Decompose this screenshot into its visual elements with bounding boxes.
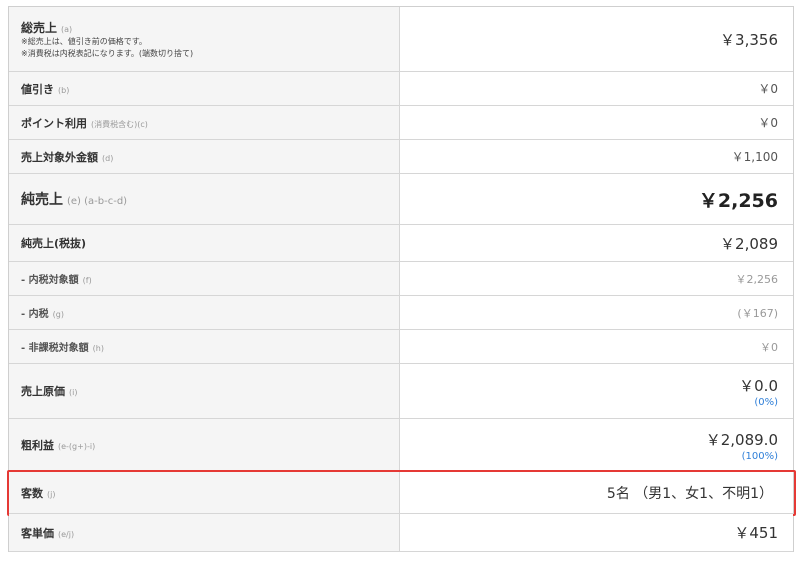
code-f: (f) bbox=[82, 276, 92, 285]
label-customer-count: 客数 bbox=[21, 486, 43, 500]
value-gross-profit: ￥2,089.0 bbox=[705, 430, 778, 449]
code-b: (b) bbox=[58, 85, 70, 95]
row-net-sales: 純売上 (e) (a-b-c-d) ￥2,256 bbox=[9, 174, 793, 225]
row-customer-count: 客数 (j) 5名 （男1、女1、不明1） bbox=[7, 470, 796, 516]
row-cost-of-sales: 売上原価 (i) ￥0.0 (0%) bbox=[9, 364, 793, 419]
value-points-used: ￥0 bbox=[758, 116, 778, 130]
row-discount: 値引き (b) ￥0 bbox=[9, 72, 793, 106]
code-gross-profit: (e-(g+)-i) bbox=[58, 442, 96, 451]
code-c: (消費税含む)(c) bbox=[91, 119, 148, 129]
row-gross-sales: 総売上 (a) ※総売上は、値引き前の価格です。 ※消費税は内税表記になります。(… bbox=[9, 7, 793, 72]
row-label-cell: 総売上 (a) ※総売上は、値引き前の価格です。 ※消費税は内税表記になります。(… bbox=[9, 7, 400, 71]
row-points-used: ポイント利用 (消費税含む)(c) ￥0 bbox=[9, 106, 793, 140]
label-inner-tax: - 内税 bbox=[21, 309, 49, 320]
value-inner-tax: (￥167) bbox=[737, 306, 778, 320]
value-average-spend: ￥451 bbox=[734, 524, 778, 542]
row-value-cell: ￥3,356 bbox=[400, 7, 793, 71]
value-customer-count: 5名 （男1、女1、不明1） bbox=[606, 485, 773, 502]
label-net-sales-excl-tax: 純売上(税抜) bbox=[21, 237, 87, 250]
label-points-used: ポイント利用 bbox=[21, 116, 87, 130]
label-non-taxable-amount: - 非課税対象額 bbox=[21, 343, 89, 354]
label-net-sales: 純売上 bbox=[21, 192, 63, 208]
value-excluded-amount: ￥1,100 bbox=[731, 150, 778, 164]
label-excluded-amount: 売上対象外金額 bbox=[21, 150, 98, 164]
percent-cost-of-sales: (0%) bbox=[754, 396, 778, 408]
label-taxable-amount: - 内税対象額 bbox=[21, 275, 79, 286]
row-inner-tax: - 内税 (g) (￥167) bbox=[9, 296, 793, 330]
row-taxable-amount: - 内税対象額 (f) ￥2,256 bbox=[9, 262, 793, 296]
value-cost-of-sales: ￥0.0 bbox=[739, 376, 778, 395]
value-net-sales: ￥2,256 bbox=[698, 189, 778, 212]
code-h: (h) bbox=[92, 344, 104, 353]
code-a: (a) bbox=[61, 24, 73, 34]
note-tax-included: ※消費税は内税表記になります。(端数切り捨て) bbox=[21, 48, 194, 58]
row-excluded-amount: 売上対象外金額 (d) ￥1,100 bbox=[9, 140, 793, 174]
value-gross-sales: ￥3,356 bbox=[720, 30, 778, 49]
percent-gross-profit: (100%) bbox=[741, 450, 778, 462]
code-e-j: (e/j) bbox=[58, 529, 75, 539]
note-pre-discount: ※総売上は、値引き前の価格です。 bbox=[21, 36, 147, 46]
row-non-taxable-amount: - 非課税対象額 (h) ￥0 bbox=[9, 330, 793, 364]
row-gross-profit: 粗利益 (e-(g+)-i) ￥2,089.0 (100%) bbox=[9, 419, 793, 472]
code-g: (g) bbox=[52, 310, 64, 319]
value-taxable-amount: ￥2,256 bbox=[735, 272, 779, 286]
code-j: (j) bbox=[47, 489, 56, 499]
code-e: (e) (a-b-c-d) bbox=[67, 196, 128, 207]
value-non-taxable-amount: ￥0 bbox=[760, 340, 778, 354]
value-net-sales-excl-tax: ￥2,089 bbox=[720, 234, 778, 253]
row-average-spend: 客単価 (e/j) ￥451 bbox=[9, 514, 793, 552]
label-gross-sales: 総売上 bbox=[21, 20, 58, 35]
code-d: (d) bbox=[102, 153, 114, 163]
label-cost-of-sales: 売上原価 bbox=[21, 385, 65, 398]
code-i: (i) bbox=[69, 388, 78, 397]
label-discount: 値引き bbox=[21, 82, 54, 96]
sales-summary-table: 総売上 (a) ※総売上は、値引き前の価格です。 ※消費税は内税表記になります。(… bbox=[7, 6, 796, 552]
label-average-spend: 客単価 bbox=[21, 526, 54, 540]
label-gross-profit: 粗利益 bbox=[21, 439, 54, 452]
value-discount: ￥0 bbox=[758, 82, 778, 96]
row-net-sales-excl-tax: 純売上(税抜) ￥2,089 bbox=[9, 225, 793, 262]
